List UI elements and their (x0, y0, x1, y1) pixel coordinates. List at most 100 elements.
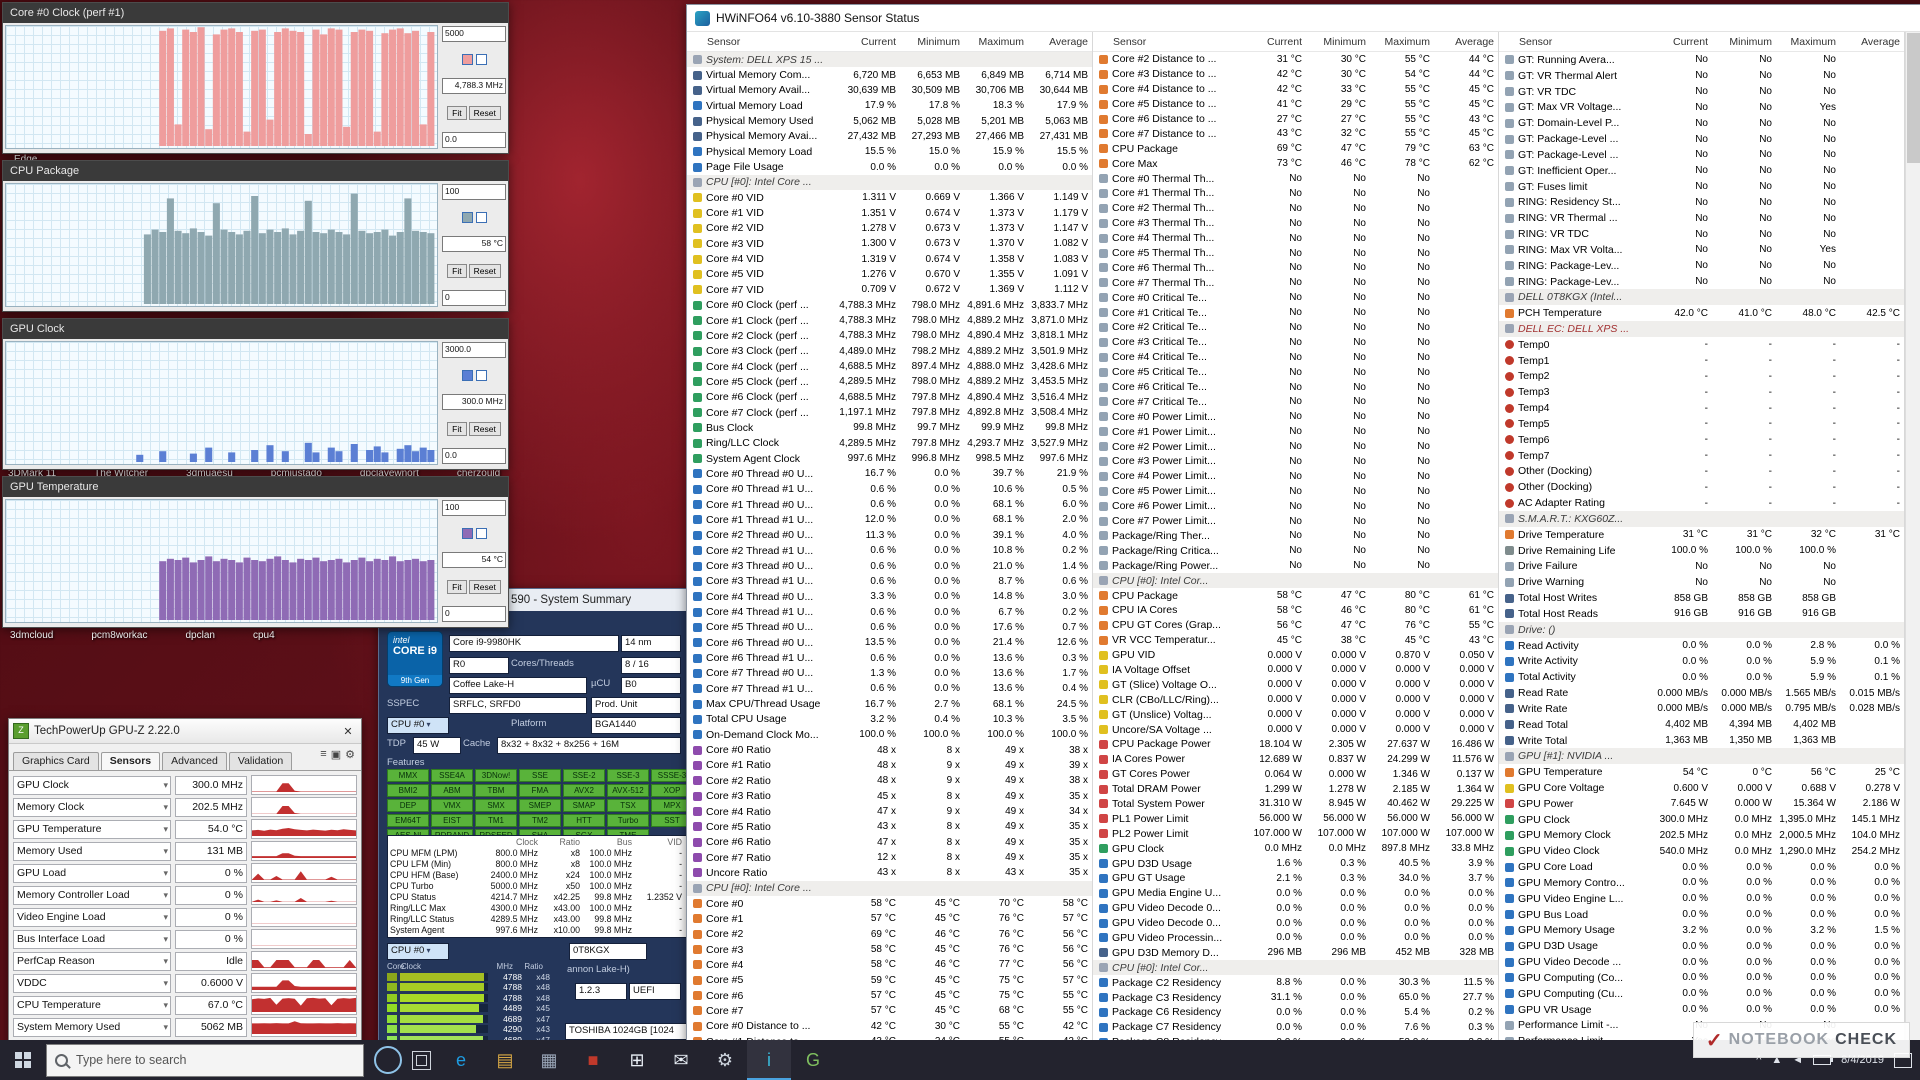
sensor-row[interactable]: Core #0 Power Limit...NoNoNo (1093, 409, 1498, 424)
graph-max-input[interactable]: 5000 (442, 26, 506, 42)
sensor-row[interactable]: Core #6 Thread #1 U...0.6 %0.0 %13.6 %0.… (687, 650, 1092, 665)
sensor-row[interactable]: CPU Package58 °C47 °C80 °C61 °C (1093, 588, 1498, 603)
sensor-row[interactable]: Core #4 VID1.319 V0.674 V1.358 V1.083 V (687, 251, 1092, 266)
sensor-row[interactable]: Core #5 Clock (perf ...4,289.5 MHz798.0 … (687, 374, 1092, 389)
sensor-row[interactable]: Core #4 Power Limit...NoNoNo (1093, 469, 1498, 484)
sensor-row[interactable]: GT: Domain-Level P...NoNoNo (1499, 115, 1904, 131)
settings-taskbar-button[interactable]: ⚙ (703, 1040, 747, 1080)
sensor-row[interactable]: Core #0 VID1.311 V0.669 V1.366 V1.149 V (687, 190, 1092, 205)
graph-min-input[interactable]: 0.0 (442, 132, 506, 148)
sensor-row[interactable]: Core #5 Thread #0 U...0.6 %0.0 %17.6 %0.… (687, 620, 1092, 635)
sensor-row[interactable]: Write Total1,363 MB1,350 MB1,363 MB (1499, 733, 1904, 749)
sensor-row[interactable]: GPU GT Usage2.1 %0.3 %34.0 %3.7 % (1093, 871, 1498, 886)
tab-graphics-card[interactable]: Graphics Card (13, 752, 99, 770)
sensor-row[interactable]: Temp3---- (1499, 384, 1904, 400)
sensor-row[interactable]: Core #0 Clock (perf ...4,788.3 MHz798.0 … (687, 298, 1092, 313)
sensor-row[interactable]: Core #2 Thread #0 U...11.3 %0.0 %39.1 %4… (687, 528, 1092, 543)
series-color-swatch[interactable] (462, 54, 473, 65)
tab-advanced[interactable]: Advanced (162, 752, 227, 770)
desktop-icon-label[interactable]: 3dmcloud (10, 630, 53, 641)
column-header[interactable]: Current (836, 36, 900, 48)
column-header[interactable]: Average (1434, 36, 1498, 48)
sensor-row[interactable]: Core #7 Ratio12 x8 x49 x35 x (687, 850, 1092, 865)
sensor-row[interactable]: CLR (CBo/LLC/Ring)...0.000 V0.000 V0.000… (1093, 692, 1498, 707)
graph-max-input[interactable]: 100 (442, 500, 506, 516)
sensor-section-row[interactable]: CPU [#0]: Intel Cor... (1093, 960, 1498, 975)
sensor-row[interactable]: GPU Memory Clock202.5 MHz0.0 MHz2,000.5 … (1499, 828, 1904, 844)
settings-icon[interactable]: ⚙ (345, 748, 355, 761)
sensor-row[interactable]: GT: Package-Level ...NoNoNo (1499, 147, 1904, 163)
sensor-row[interactable]: Package C7 Residency0.0 %0.0 %7.6 %0.3 % (1093, 1020, 1498, 1035)
sensor-row[interactable]: GPU Memory Contro...0.0 %0.0 %0.0 %0.0 % (1499, 875, 1904, 891)
sensor-row[interactable]: GT: Running Avera...NoNoNo (1499, 52, 1904, 68)
start-button[interactable] (0, 1040, 46, 1080)
sensor-row[interactable]: GPU Temperature54 °C0 °C56 °C25 °C (1499, 764, 1904, 780)
sensor-row[interactable]: GT: Package-Level ...NoNoNo (1499, 131, 1904, 147)
sensor-section-row[interactable]: S.M.A.R.T.: KXG60Z... (1499, 511, 1904, 527)
gpuz-sensor-name[interactable]: PerfCap Reason (13, 952, 171, 971)
sensor-section-row[interactable]: DELL EC: DELL XPS ... (1499, 321, 1904, 337)
sensor-row[interactable]: Core #358 °C45 °C76 °C56 °C (687, 942, 1092, 957)
sensor-row[interactable]: Core #3 VID1.300 V0.673 V1.370 V1.082 V (687, 236, 1092, 251)
sensor-row[interactable]: Core #4 Thread #0 U...3.3 %0.0 %14.8 %3.… (687, 589, 1092, 604)
sensor-section-row[interactable]: System: DELL XPS 15 ... (687, 52, 1092, 67)
sensor-row[interactable]: Write Activity0.0 %0.0 %5.9 %0.1 % (1499, 653, 1904, 669)
sensor-row[interactable]: CPU Package69 °C47 °C79 °C63 °C (1093, 141, 1498, 156)
reset-button[interactable]: Reset (469, 106, 501, 120)
gpu-z-taskbar-button[interactable]: G (791, 1040, 835, 1080)
gpuz-sensor-name[interactable]: GPU Clock (13, 776, 171, 795)
column-header[interactable]: Sensor (1499, 36, 1648, 48)
sensor-row[interactable]: Physical Memory Used5,062 MB5,028 MB5,20… (687, 113, 1092, 128)
sensor-row[interactable]: Total DRAM Power1.299 W1.278 W2.185 W1.3… (1093, 782, 1498, 797)
sensor-row[interactable]: Core #0 Thread #1 U...0.6 %0.0 %10.6 %0.… (687, 482, 1092, 497)
search-input[interactable]: Type here to search (46, 1044, 364, 1077)
sensor-row[interactable]: Temp0---- (1499, 337, 1904, 353)
sensor-row[interactable]: Core #7 Power Limit...NoNoNo (1093, 514, 1498, 529)
sensor-row[interactable]: Core #3 Clock (perf ...4,489.0 MHz798.2 … (687, 344, 1092, 359)
sensor-row[interactable]: Temp6---- (1499, 432, 1904, 448)
cpu-select-dropdown[interactable]: CPU #0 (387, 717, 449, 734)
sensor-row[interactable]: GPU Core Voltage0.600 V0.000 V0.688 V0.2… (1499, 780, 1904, 796)
series-color-swatch[interactable] (476, 54, 487, 65)
tab-validation[interactable]: Validation (229, 752, 292, 770)
series-color-swatch[interactable] (462, 370, 473, 381)
sensor-row[interactable]: Read Total4,402 MB4,394 MB4,402 MB (1499, 717, 1904, 733)
column-header[interactable]: Current (1648, 36, 1712, 48)
sensor-row[interactable]: Drive FailureNoNoNo (1499, 559, 1904, 575)
sensor-section-row[interactable]: Drive: () (1499, 622, 1904, 638)
sensor-row[interactable]: PL2 Power Limit107.000 W107.000 W107.000… (1093, 826, 1498, 841)
sensor-row[interactable]: Core #6 Critical Te...NoNoNo (1093, 380, 1498, 395)
sensor-row[interactable]: Core #0 Distance to ...42 °C30 °C55 °C42… (687, 1019, 1092, 1034)
sensor-row[interactable]: Core #0 Ratio48 x8 x49 x38 x (687, 742, 1092, 757)
reset-button[interactable]: Reset (469, 422, 501, 436)
fit-button[interactable]: Fit (447, 106, 466, 120)
graph-max-input[interactable]: 3000.0 (442, 342, 506, 358)
sensor-row[interactable]: Core #6 Power Limit...NoNoNo (1093, 499, 1498, 514)
column-header[interactable]: Maximum (964, 36, 1028, 48)
sensor-row[interactable]: Drive Remaining Life100.0 %100.0 %100.0 … (1499, 543, 1904, 559)
sensor-row[interactable]: GPU VID0.000 V0.000 V0.870 V0.050 V (1093, 648, 1498, 663)
sensor-row[interactable]: AC Adapter Rating---- (1499, 495, 1904, 511)
column-header[interactable]: Maximum (1776, 36, 1840, 48)
sensor-row[interactable]: Core #3 Distance to ...42 °C30 °C54 °C44… (1093, 67, 1498, 82)
sensor-row[interactable]: Core #4 Thread #1 U...0.6 %0.0 %6.7 %0.2… (687, 604, 1092, 619)
sensor-row[interactable]: GPU Video Engine L...0.0 %0.0 %0.0 %0.0 … (1499, 891, 1904, 907)
scrollbar-thumb[interactable] (1907, 33, 1920, 163)
sensor-row[interactable]: GPU Video Decode 0...0.0 %0.0 %0.0 %0.0 … (1093, 901, 1498, 916)
sensor-row[interactable]: CPU Package Power18.104 W2.305 W27.637 W… (1093, 737, 1498, 752)
sensor-row[interactable]: GPU VR Usage0.0 %0.0 %0.0 %0.0 % (1499, 1002, 1904, 1018)
sensor-row[interactable]: Core #2 Clock (perf ...4,788.3 MHz798.0 … (687, 328, 1092, 343)
column-header[interactable]: Sensor (1093, 36, 1242, 48)
reset-button[interactable]: Reset (469, 264, 501, 278)
sensor-row[interactable]: Core #4 Distance to ...42 °C33 °C55 °C45… (1093, 82, 1498, 97)
menu-icon[interactable]: ≡ (320, 748, 326, 761)
column-header[interactable]: Maximum (1370, 36, 1434, 48)
sensor-row[interactable]: Other (Docking)---- (1499, 464, 1904, 480)
sensor-row[interactable]: On-Demand Clock Mo...100.0 %100.0 %100.0… (687, 727, 1092, 742)
sensor-row[interactable]: RING: VR TDCNoNoNo (1499, 226, 1904, 242)
sensor-row[interactable]: GT: VR TDCNoNoNo (1499, 84, 1904, 100)
sensor-row[interactable]: Core #2 Thermal Th...NoNoNo (1093, 201, 1498, 216)
sensor-row[interactable]: Core #6 Thread #0 U...13.5 %0.0 %21.4 %1… (687, 635, 1092, 650)
sensor-row[interactable]: PL1 Power Limit56.000 W56.000 W56.000 W5… (1093, 811, 1498, 826)
graph-min-input[interactable]: 0.0 (442, 448, 506, 464)
